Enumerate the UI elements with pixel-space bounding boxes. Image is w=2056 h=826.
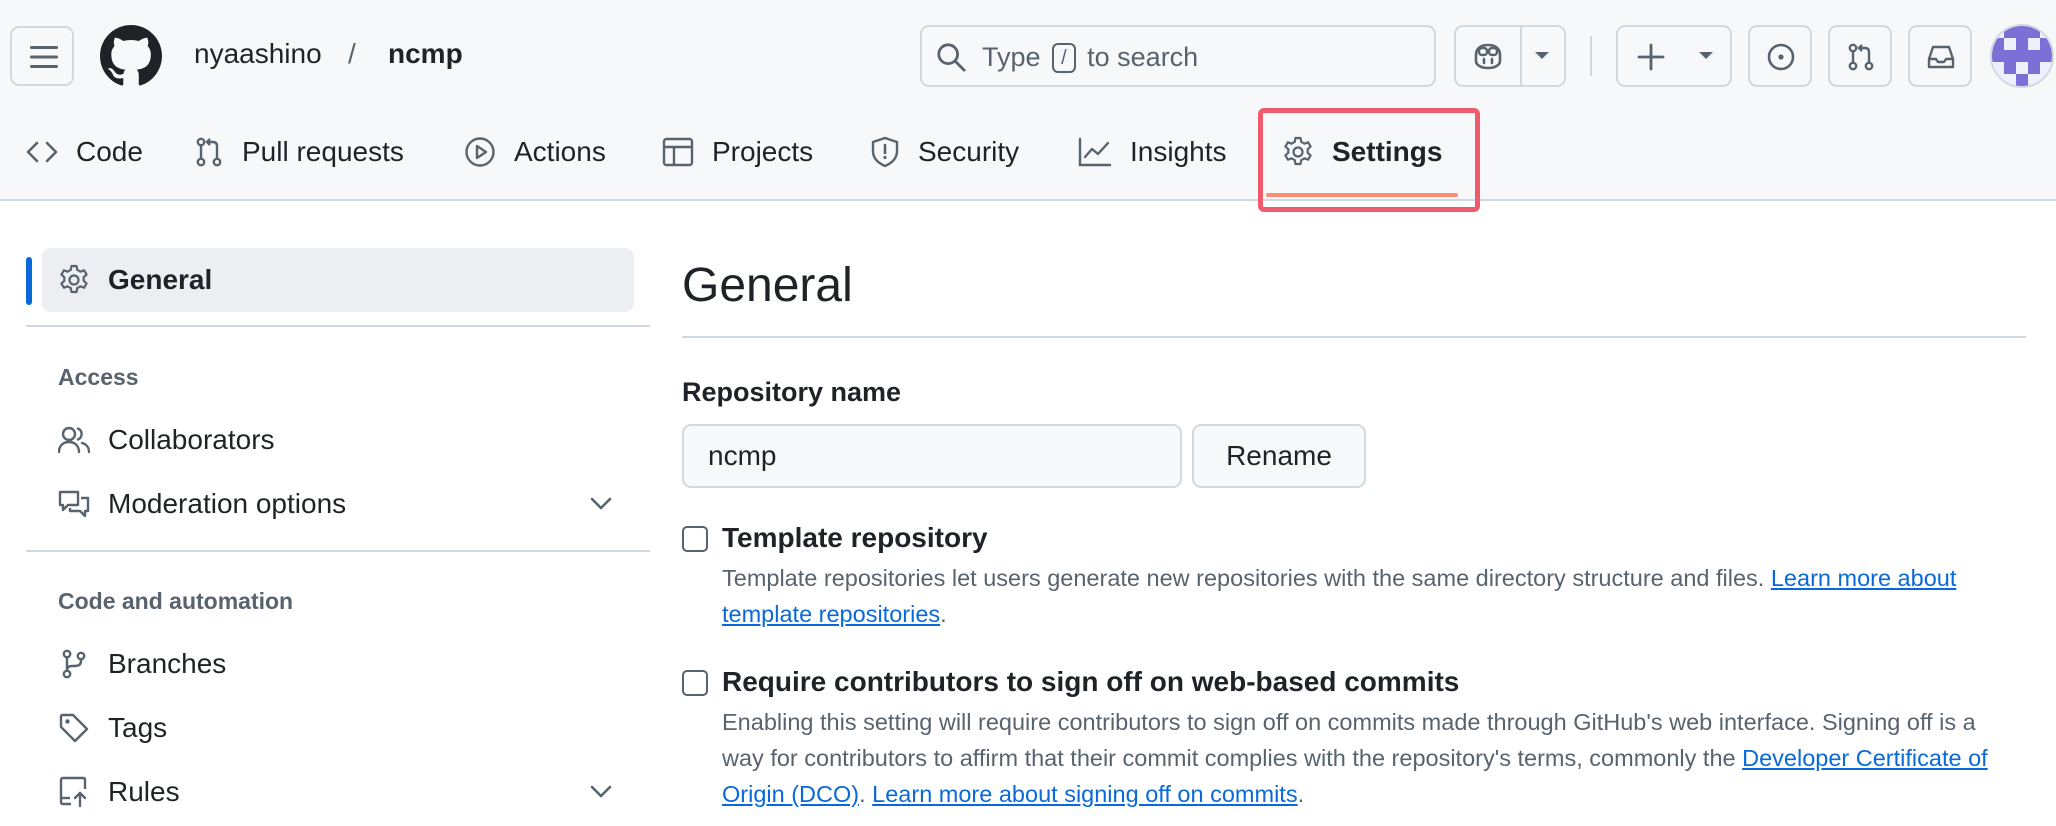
learn-more-sign-off-link[interactable]: Learn more about signing off on commits [872,781,1297,807]
tab-code-label: Code [76,136,143,167]
search-icon [937,43,966,72]
sidebar-item-general-content[interactable]: General [58,260,212,300]
template-repository-checkbox[interactable] [682,526,708,552]
plus-icon [1637,43,1665,71]
repo-push-icon [59,776,87,808]
inbox-button[interactable] [1908,25,1972,87]
sidebar-item-tags[interactable]: Tags [58,708,167,748]
tab-security-label: Security [918,136,1020,167]
identicon-icon [1992,26,2052,86]
sidebar-heading-code-automation: Code and automation [58,588,294,614]
template-repository-description: Template repositories let users generate… [722,565,1957,627]
search-placeholder: Type / to search [982,42,1198,73]
tab-pull-requests-label: Pull requests [242,136,404,167]
git-pull-request-icon [1848,43,1874,71]
table-icon [662,137,694,167]
breadcrumb-separator: / [348,38,356,69]
git-pull-request-icon [196,137,222,167]
settings-tab-highlight [1258,108,1480,212]
tab-security[interactable]: Security [870,130,1019,174]
pull-requests-button[interactable] [1828,25,1892,87]
avatar[interactable] [1990,24,2054,88]
play-icon [465,137,495,167]
sidebar-item-label: Moderation options [108,488,347,519]
repo-owner-link[interactable]: nyaashino [194,38,322,70]
gear-icon [60,264,88,294]
sidebar-active-indicator [26,257,32,305]
comment-discussion-icon [58,490,90,518]
tab-code[interactable]: Code [26,130,143,174]
rename-button[interactable]: Rename [1192,424,1366,488]
people-icon [58,426,90,454]
tab-projects-label: Projects [712,136,814,167]
search-input[interactable]: Type / to search [920,25,1436,87]
chevron-down-icon [1699,52,1713,59]
search-placeholder-prefix: Type [982,42,1041,72]
create-new-button[interactable] [1616,25,1732,87]
tab-insights[interactable]: Insights [1078,130,1227,174]
repo-name-link[interactable]: ncmp [388,38,463,70]
chevron-down-icon[interactable] [590,497,612,511]
copilot-icon [1474,43,1502,70]
chevron-down-icon [1535,52,1549,59]
tag-icon [59,713,89,743]
sidebar-item-rules[interactable]: Rules [58,772,180,812]
repo-header: nyaashino / ncmp Type / to search Code P… [0,0,2056,212]
chevron-down-icon[interactable] [590,785,612,799]
tab-pull-requests[interactable]: Pull requests [194,130,404,174]
page-title: General [682,259,853,312]
menu-button[interactable] [10,26,74,86]
shield-icon [871,136,899,168]
issue-opened-icon [1767,43,1795,71]
graph-icon [1078,137,1112,167]
tab-actions[interactable]: Actions [464,130,606,174]
sidebar-item-moderation-options[interactable]: Moderation options [58,484,346,524]
sidebar-item-label: General [108,264,213,295]
sidebar-item-label: Tags [108,712,168,743]
hamburger-icon [30,46,58,68]
git-branch-icon [62,649,86,679]
copilot-button[interactable] [1454,25,1566,87]
template-repository-desc-text: Template repositories let users generate… [722,565,1765,591]
search-placeholder-suffix: to search [1087,42,1199,72]
tab-projects[interactable]: Projects [662,130,813,174]
sidebar-divider [26,550,650,552]
repository-name-input[interactable] [682,424,1182,488]
tab-insights-label: Insights [1130,136,1227,167]
title-divider [682,336,2026,338]
sidebar-heading-access: Access [58,364,139,390]
search-shortcut-key: / [1052,43,1076,73]
sidebar-item-collaborators[interactable]: Collaborators [58,420,275,460]
sidebar-divider [26,325,650,327]
issues-button[interactable] [1748,25,1812,87]
github-logo-icon[interactable] [100,25,162,87]
sidebar-item-label: Rules [108,776,180,807]
tab-actions-label: Actions [514,136,606,167]
repository-name-label: Repository name [682,377,902,407]
sign-off-description: Enabling this setting will require contr… [722,709,1988,807]
template-repository-title: Template repository [722,522,988,553]
sign-off-checkbox[interactable] [682,670,708,696]
sidebar-item-label: Collaborators [108,424,275,455]
code-icon [26,141,58,163]
sign-off-title: Require contributors to sign off on web-… [722,666,1460,697]
sidebar-item-label: Branches [108,648,227,679]
inbox-icon [1927,45,1955,69]
sidebar-item-branches[interactable]: Branches [58,644,226,684]
